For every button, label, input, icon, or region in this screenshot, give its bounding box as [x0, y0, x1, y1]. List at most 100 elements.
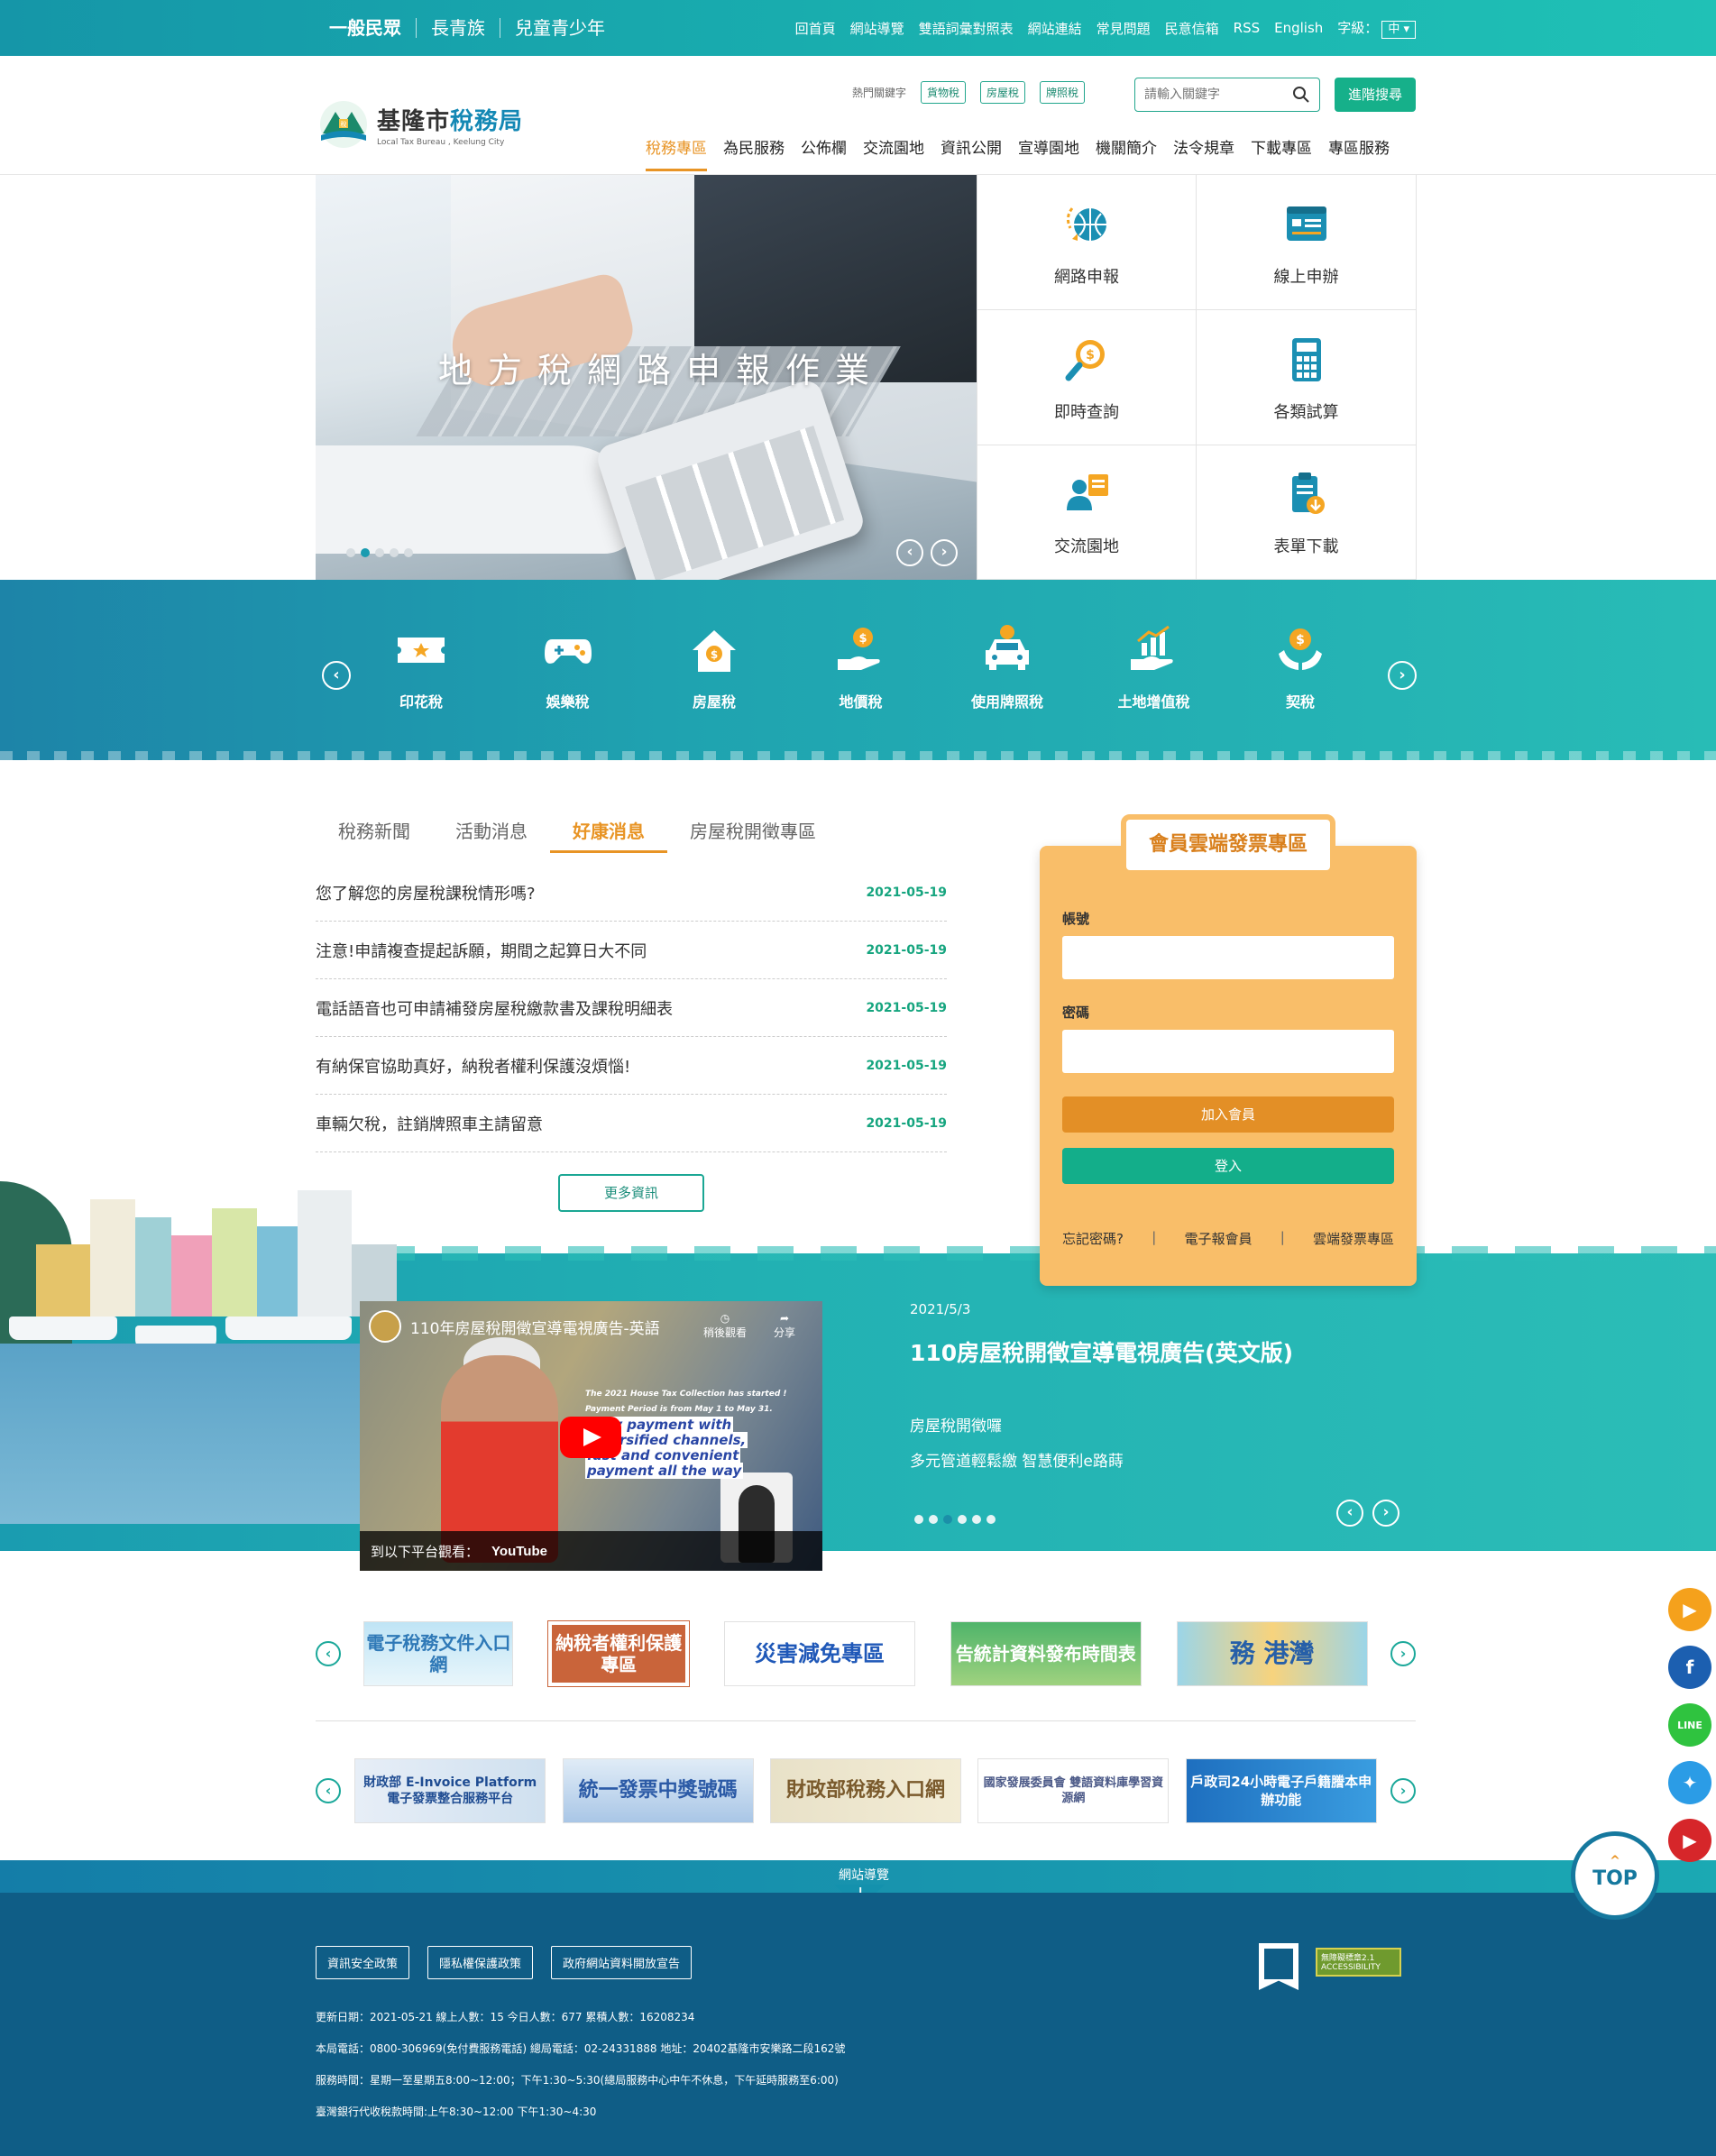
- link-mailbox[interactable]: 民意信箱: [1165, 19, 1219, 38]
- tax-vehicle-license[interactable]: 使用牌照稅: [953, 623, 1061, 711]
- tax-prev-icon[interactable]: ‹: [322, 661, 351, 690]
- slide-dot[interactable]: [958, 1515, 967, 1524]
- link-weblinks[interactable]: 網站連結: [1028, 19, 1082, 38]
- join-member-button[interactable]: 加入會員: [1062, 1096, 1394, 1133]
- video-title[interactable]: 110年房屋稅開徵宣導電視廣告-英語: [410, 1316, 660, 1338]
- hero-prev-icon[interactable]: ‹: [896, 539, 923, 566]
- security-policy-link[interactable]: 資訊安全政策: [316, 1946, 410, 1979]
- slide-dot[interactable]: [986, 1515, 996, 1524]
- youtube-link[interactable]: YouTube: [491, 1544, 547, 1559]
- news-item[interactable]: 車輛欠稅，註銷牌照車主請留意 2021-05-19: [316, 1095, 947, 1152]
- forgot-password-link[interactable]: 忘記密碼?: [1062, 1229, 1124, 1248]
- more-news-button[interactable]: 更多資訊: [558, 1174, 704, 1212]
- open-data-link[interactable]: 政府網站資料開放宣告: [551, 1946, 693, 1979]
- font-size-select[interactable]: 中 ▾: [1381, 20, 1416, 39]
- nav-regulations[interactable]: 法令規章: [1173, 135, 1234, 171]
- tax-house[interactable]: $ 房屋稅: [660, 623, 768, 711]
- slide-dot[interactable]: [346, 548, 355, 557]
- service-online-filing[interactable]: 網路申報: [977, 175, 1197, 310]
- tax-entertainment[interactable]: 娛樂稅: [514, 623, 622, 711]
- video-headline[interactable]: 110房屋稅開徵宣導電視廣告(英文版): [910, 1335, 1293, 1368]
- share-button[interactable]: ➦ 分享: [774, 1312, 795, 1340]
- tax-deed[interactable]: $ 契稅: [1246, 623, 1354, 711]
- hero-next-icon[interactable]: ›: [931, 539, 958, 566]
- tab-tax-news[interactable]: 稅務新聞: [316, 817, 433, 853]
- nav-promotion[interactable]: 宣導園地: [1018, 135, 1079, 171]
- password-input[interactable]: [1062, 1030, 1394, 1073]
- news-item[interactable]: 您了解您的房屋稅課稅情形嗎? 2021-05-19: [316, 864, 947, 922]
- podcast-icon[interactable]: ▶: [1668, 1588, 1711, 1631]
- play-button-icon[interactable]: [560, 1417, 621, 1458]
- advanced-search-button[interactable]: 進階搜尋: [1335, 78, 1416, 112]
- banner-tax-harbor[interactable]: 務 港灣: [1176, 1621, 1368, 1686]
- account-input[interactable]: [1062, 936, 1394, 979]
- slide-dot[interactable]: [375, 548, 384, 557]
- nav-about[interactable]: 機關簡介: [1096, 135, 1157, 171]
- link-rss[interactable]: RSS: [1234, 20, 1260, 36]
- audience-senior[interactable]: 長青族: [416, 18, 500, 38]
- slide-dot[interactable]: [390, 548, 399, 557]
- tab-good-news[interactable]: 好康消息: [550, 817, 667, 853]
- keyword-tag[interactable]: 房屋稅: [980, 81, 1026, 104]
- service-online-apply[interactable]: 線上申辦: [1197, 175, 1417, 310]
- facebook-icon[interactable]: f: [1668, 1646, 1711, 1689]
- news-item[interactable]: 注意!申請複查提起訴願，期間之起算日大不同 2021-05-19: [316, 922, 947, 979]
- banner-uniform-invoice[interactable]: 統一發票中獎號碼: [562, 1758, 754, 1823]
- slide-dot[interactable]: [929, 1515, 938, 1524]
- twitter-icon[interactable]: ✦: [1668, 1761, 1711, 1804]
- einvoice-link[interactable]: 雲端發票專區: [1313, 1229, 1394, 1248]
- banner-prev-icon[interactable]: ‹: [316, 1641, 341, 1666]
- slide-dot[interactable]: [914, 1515, 923, 1524]
- newsletter-link[interactable]: 電子報會員: [1184, 1229, 1252, 1248]
- service-instant-query[interactable]: $ 即時查詢: [977, 310, 1197, 445]
- keyword-tag[interactable]: 牌照稅: [1040, 81, 1086, 104]
- tax-land-value[interactable]: $ 地價稅: [807, 623, 915, 711]
- nav-bulletin[interactable]: 公佈欄: [801, 135, 847, 171]
- banner-next-icon[interactable]: ›: [1390, 1778, 1416, 1803]
- banner-etax-docs[interactable]: 電子稅務文件入口網: [363, 1621, 514, 1686]
- channel-avatar[interactable]: [369, 1310, 401, 1343]
- nav-tax-zone[interactable]: 稅務專區: [646, 135, 707, 171]
- audience-youth[interactable]: 兒童青少年: [500, 18, 619, 38]
- banner-statistics-schedule[interactable]: 告統計資料發布時間表: [950, 1621, 1142, 1686]
- login-button[interactable]: 登入: [1062, 1148, 1394, 1184]
- banner-taxpayer-rights[interactable]: 納稅者權利保護專區: [547, 1620, 691, 1687]
- news-item[interactable]: 有納保官協助真好，納稅者權利保護沒煩惱! 2021-05-19: [316, 1037, 947, 1095]
- video-prev-icon[interactable]: ‹: [1336, 1500, 1363, 1527]
- video-player[interactable]: 110年房屋稅開徵宣導電視廣告-英語 ◷ 稍後觀看 ➦ 分享 The 2021 Ho…: [360, 1301, 822, 1571]
- nav-special[interactable]: 專區服務: [1328, 135, 1390, 171]
- search-input[interactable]: [1144, 87, 1293, 102]
- tab-events[interactable]: 活動消息: [433, 817, 550, 853]
- slide-dot[interactable]: [404, 548, 413, 557]
- accessibility-badge[interactable]: 無障礙標章2.1 ACCESSIBILITY: [1316, 1948, 1401, 1977]
- search-icon[interactable]: [1292, 86, 1310, 104]
- site-logo[interactable]: 稅 基隆市稅務局 Local Tax Bureau , Keelung City: [316, 99, 523, 150]
- nav-services[interactable]: 為民服務: [723, 135, 785, 171]
- audience-general[interactable]: 一般民眾: [329, 18, 416, 38]
- nav-info[interactable]: 資訊公開: [941, 135, 1002, 171]
- tax-next-icon[interactable]: ›: [1388, 661, 1417, 690]
- nav-downloads[interactable]: 下載專區: [1251, 135, 1312, 171]
- hero-slider[interactable]: 地方稅網路申報作業 ‹ ›: [316, 175, 977, 580]
- banner-next-icon[interactable]: ›: [1390, 1641, 1416, 1666]
- video-next-icon[interactable]: ›: [1372, 1500, 1399, 1527]
- service-calculator[interactable]: 各類試算: [1197, 310, 1417, 445]
- link-english[interactable]: English: [1274, 20, 1323, 36]
- back-to-top-button[interactable]: ^ TOP: [1571, 1831, 1659, 1920]
- youtube-icon[interactable]: ▶: [1668, 1819, 1711, 1862]
- banner-mof-tax-portal[interactable]: 財政部稅務入口網: [769, 1758, 961, 1823]
- tax-stamp[interactable]: 印花稅: [367, 623, 475, 711]
- banner-bilingual-resources[interactable]: 國家發展委員會 雙語資料庫學習資源網: [977, 1758, 1170, 1823]
- watch-later-button[interactable]: ◷ 稍後觀看: [703, 1312, 747, 1340]
- nav-forum[interactable]: 交流園地: [863, 135, 924, 171]
- link-glossary[interactable]: 雙語詞彙對照表: [919, 19, 1014, 38]
- link-sitemap[interactable]: 網站導覽: [850, 19, 904, 38]
- slide-dot-active[interactable]: [361, 548, 370, 557]
- banner-disaster-relief[interactable]: 災害減免專區: [723, 1621, 915, 1686]
- link-home[interactable]: 回首頁: [795, 19, 836, 38]
- banner-household-registration[interactable]: 戶政司24小時電子戶籍謄本申辦功能: [1185, 1758, 1377, 1823]
- privacy-policy-link[interactable]: 隱私權保護政策: [427, 1946, 534, 1979]
- service-form-download[interactable]: 表單下載: [1197, 445, 1417, 580]
- banner-prev-icon[interactable]: ‹: [316, 1778, 341, 1803]
- link-faq[interactable]: 常見問題: [1097, 19, 1151, 38]
